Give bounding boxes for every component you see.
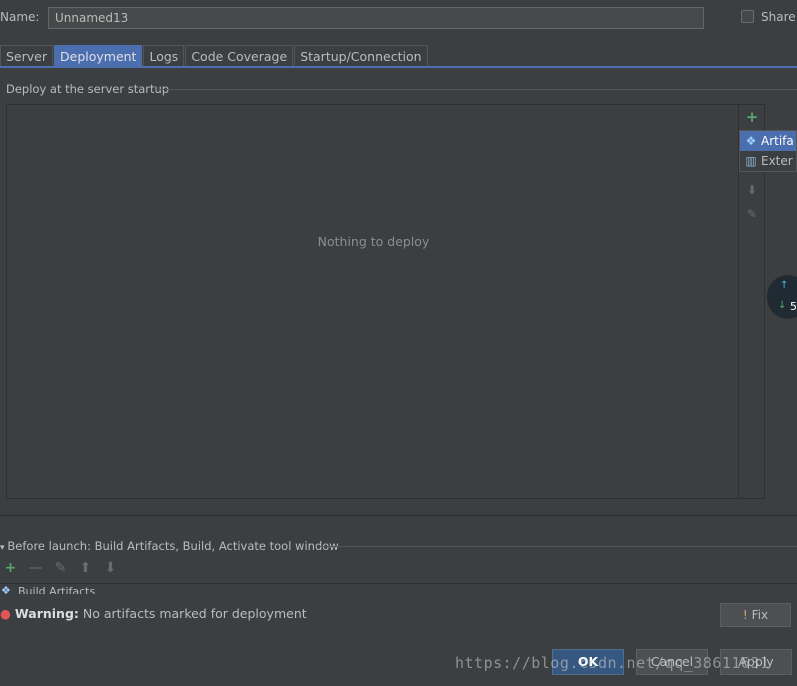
error-icon: ● [0,606,11,621]
empty-state-text: Nothing to deploy [317,234,430,249]
tab-bar: Server Deployment Logs Code Coverage Sta… [0,45,429,67]
move-up-icon[interactable]: ⬆ [77,560,94,576]
deploy-list[interactable]: Nothing to deploy [6,104,739,499]
plus-icon[interactable]: + [739,108,765,126]
before-launch-header[interactable]: ▾ Before launch: Build Artifacts, Build,… [0,539,339,553]
warning-label: Warning: [14,606,79,621]
download-arrow-icon: ↓ [778,300,787,311]
tab-server[interactable]: Server [0,45,53,67]
popup-item-label: Artifa [761,134,794,148]
tab-code-coverage[interactable]: Code Coverage [185,45,294,67]
before-launch-toolbar: + — ✎ ⬆ ⬇ [2,560,119,576]
artifact-icon: ❖ [1,584,11,594]
before-launch-title: Before launch: Build Artifacts, Build, A… [7,539,339,553]
remove-icon[interactable]: — [27,560,44,576]
edit-icon[interactable]: ✎ [739,207,765,221]
move-down-icon[interactable]: ⬇ [739,183,765,197]
list-item[interactable]: Build Artifacts [18,585,95,594]
warning-text: No artifacts marked for deployment [78,606,307,621]
warning-message: ● Warning: No artifacts marked for deploy… [0,606,307,621]
deploy-section-title: Deploy at the server startup [6,82,170,96]
share-checkbox[interactable] [741,10,754,23]
watermark: https://blog.csdn.net/qq_38611631 [455,654,770,672]
add-popup-menu: ❖ Artifa ▥ Exter [739,130,797,172]
tab-startup-connection[interactable]: Startup/Connection [294,45,428,67]
name-field[interactable]: Unnamed13 [48,7,704,29]
speed-value: 5 [790,300,797,313]
section-divider [156,89,797,90]
fix-button[interactable]: ! Fix [720,603,791,627]
name-label: Name: [0,10,40,24]
upload-arrow-icon: ↑ [780,280,789,291]
lightbulb-icon: ! [742,608,748,622]
external-source-icon: ▥ [745,154,757,168]
popup-item-label: Exter [761,154,793,168]
before-launch-divider [320,546,797,547]
artifact-icon: ❖ [745,134,757,148]
share-label[interactable]: Share [761,10,796,24]
tab-logs[interactable]: Logs [143,45,185,67]
fix-label: Fix [751,608,769,622]
add-icon[interactable]: + [2,560,19,576]
edit-icon[interactable]: ✎ [52,560,69,576]
popup-item-artifact[interactable]: ❖ Artifa [740,131,796,151]
before-launch-list[interactable]: ❖ Build Artifacts [0,583,797,594]
popup-item-external[interactable]: ▥ Exter [740,151,796,171]
move-down-icon[interactable]: ⬇ [102,560,119,576]
tab-deployment[interactable]: Deployment [54,45,143,67]
